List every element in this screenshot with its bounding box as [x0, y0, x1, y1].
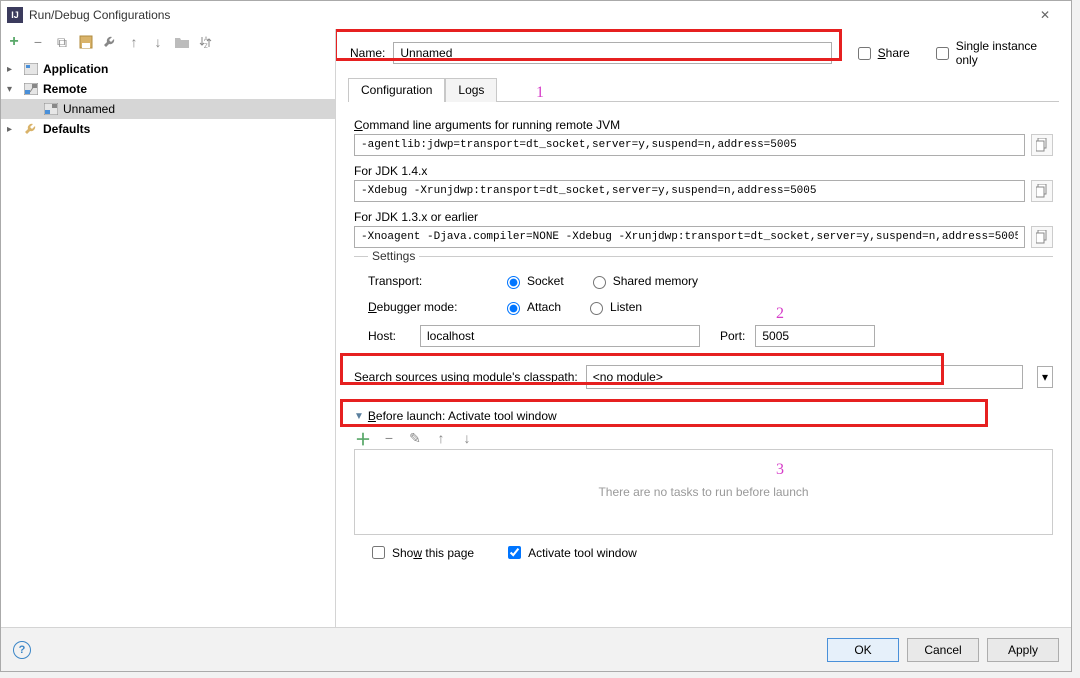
cmd-line-input[interactable]	[354, 134, 1025, 156]
tree-label-unnamed: Unnamed	[63, 102, 115, 116]
name-label: Name:	[350, 46, 385, 60]
tab-logs[interactable]: Logs	[445, 78, 497, 102]
jdk13-label: For JDK 1.3.x or earlier	[354, 210, 1053, 224]
application-icon	[23, 62, 39, 76]
add-task-icon[interactable]: ＋	[354, 429, 372, 447]
activate-tool-window-checkbox[interactable]: Activate tool window	[504, 543, 637, 562]
mode-attach-radio[interactable]: Attach	[502, 299, 561, 315]
wrench-small-icon	[23, 122, 39, 136]
debugger-mode-label: Debugger mode:	[368, 300, 478, 314]
tree-label-remote: Remote	[43, 82, 87, 96]
apply-button[interactable]: Apply	[987, 638, 1059, 662]
down-icon: ↓	[149, 33, 167, 51]
cmd-line-label: Command line arguments for running remot…	[354, 118, 1053, 132]
down-task-icon: ↓	[458, 429, 476, 447]
svg-text:A: A	[204, 37, 208, 43]
ok-button[interactable]: OK	[827, 638, 899, 662]
host-label: Host:	[368, 329, 410, 343]
jdk13-input[interactable]	[354, 226, 1025, 248]
collapse-icon[interactable]: ▾	[7, 84, 19, 95]
transport-socket-radio[interactable]: Socket	[502, 273, 564, 289]
jdk14-input[interactable]	[354, 180, 1025, 202]
app-icon: IJ	[7, 7, 23, 23]
before-launch-section: ▼ Before launch: Activate tool window ＋ …	[354, 409, 1053, 562]
collapse-triangle-icon: ▼	[354, 411, 364, 422]
remove-task-icon: −	[380, 429, 398, 447]
sort-icon[interactable]: AZ	[197, 33, 215, 51]
settings-legend: Settings	[368, 249, 419, 263]
up-icon: ↑	[125, 33, 143, 51]
dialog-title: Run/Debug Configurations	[29, 8, 1025, 22]
tree-label-defaults: Defaults	[43, 122, 90, 136]
edit-task-icon: ✎	[406, 429, 424, 447]
name-input[interactable]	[393, 42, 831, 64]
module-select[interactable]: <no module>	[586, 365, 1023, 389]
save-config-icon[interactable]	[77, 33, 95, 51]
share-checkbox[interactable]: Share	[854, 44, 910, 63]
transport-label: Transport:	[368, 274, 478, 288]
tree-node-defaults[interactable]: ▸ Defaults	[1, 119, 335, 139]
port-label: Port:	[720, 329, 745, 343]
copy-icon[interactable]	[1031, 134, 1053, 156]
tree-node-application[interactable]: ▸ Application	[1, 59, 335, 79]
svg-text:Z: Z	[204, 44, 208, 49]
cancel-button[interactable]: Cancel	[907, 638, 979, 662]
tree-node-remote[interactable]: ▾ Remote	[1, 79, 335, 99]
single-instance-checkbox[interactable]: Single instance only	[932, 39, 1061, 67]
copy-icon[interactable]	[1031, 180, 1053, 202]
expand-icon[interactable]: ▸	[7, 124, 19, 135]
remove-config-icon[interactable]: −	[29, 33, 47, 51]
before-launch-header[interactable]: ▼ Before launch: Activate tool window	[354, 409, 1053, 423]
tree-node-unnamed[interactable]: Unnamed	[1, 99, 335, 119]
jdk14-label: For JDK 1.4.x	[354, 164, 1053, 178]
folder-icon[interactable]	[173, 33, 191, 51]
close-icon[interactable]: ✕	[1025, 2, 1065, 28]
mode-listen-radio[interactable]: Listen	[585, 299, 642, 315]
module-label: Search sources using module's classpath:	[354, 370, 578, 384]
tab-bar: Configuration Logs	[348, 77, 1059, 102]
show-this-page-checkbox[interactable]: Show this page	[368, 543, 474, 562]
tasks-empty: There are no tasks to run before launch	[354, 449, 1053, 535]
titlebar: IJ Run/Debug Configurations ✕	[1, 1, 1071, 29]
settings-group: Settings Transport: Socket Shared memory…	[354, 256, 1053, 351]
chevron-down-icon[interactable]: ▾	[1037, 366, 1053, 388]
add-config-icon[interactable]: +	[5, 33, 23, 51]
transport-shared-radio[interactable]: Shared memory	[588, 273, 698, 289]
port-input[interactable]	[755, 325, 875, 347]
tree-label-application: Application	[43, 62, 108, 76]
host-input[interactable]	[420, 325, 700, 347]
tab-configuration[interactable]: Configuration	[348, 78, 445, 102]
copy-config-icon[interactable]: ⧉	[53, 33, 71, 51]
up-task-icon: ↑	[432, 429, 450, 447]
remote-leaf-icon	[43, 102, 59, 116]
copy-icon[interactable]	[1031, 226, 1053, 248]
config-tree: ▸ Application ▾ Remote Unnamed ▸ Default…	[1, 55, 335, 627]
right-pane: Name: Share Single instance only Configu…	[336, 29, 1071, 627]
remote-icon	[23, 82, 39, 96]
expand-icon[interactable]: ▸	[7, 64, 19, 75]
wrench-icon[interactable]	[101, 33, 119, 51]
dialog-footer: ? OK Cancel Apply	[1, 627, 1071, 671]
left-toolbar: + − ⧉ ↑ ↓ AZ	[1, 29, 335, 55]
left-pane: + − ⧉ ↑ ↓ AZ ▸ Application ▾ R	[1, 29, 336, 627]
help-icon[interactable]: ?	[13, 641, 31, 659]
